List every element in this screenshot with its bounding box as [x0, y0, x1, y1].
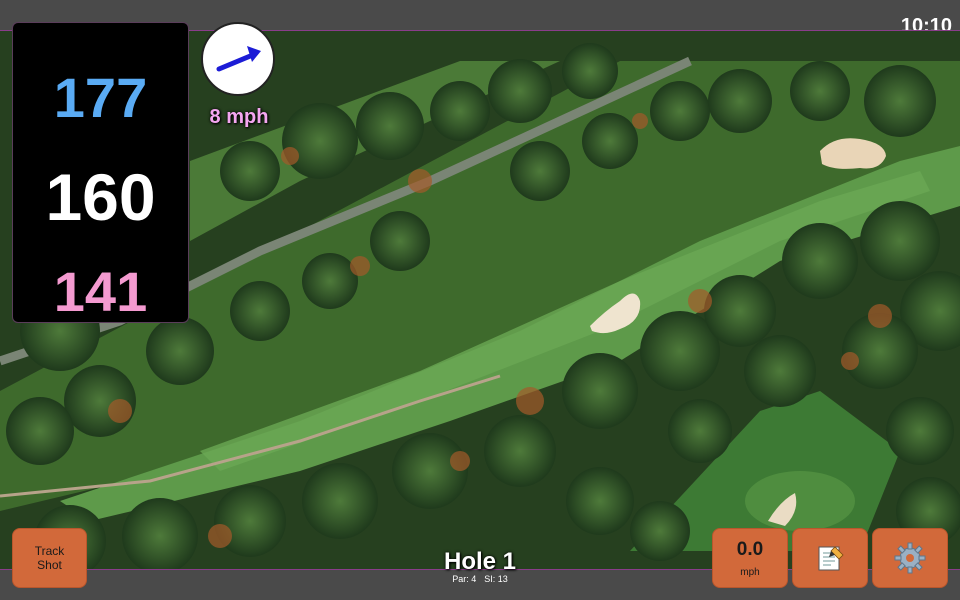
- wind-arrow-icon: [201, 22, 275, 96]
- hole-stroke-index: SI: 13: [484, 574, 508, 584]
- gear-icon: [894, 542, 926, 574]
- speed-value: 0.0: [736, 538, 764, 560]
- notes-button[interactable]: [792, 528, 868, 588]
- middle-yardage: 160: [45, 160, 156, 234]
- yardage-panel: 177 160 141: [12, 22, 189, 323]
- settings-button[interactable]: [872, 528, 948, 588]
- notepad-icon: [818, 546, 844, 571]
- hole-title: Hole 1: [443, 548, 517, 575]
- hole-par: Par: 4: [452, 574, 477, 584]
- track-shot-label-2: Shot: [37, 558, 62, 572]
- back-yardage: 177: [53, 66, 148, 129]
- wind-speed: 8 mph: [209, 106, 269, 128]
- hole-details: Par: 4 SI: 13: [380, 574, 580, 584]
- track-shot-button[interactable]: Track Shot: [12, 528, 87, 588]
- speed-button[interactable]: 0.0 mph: [712, 528, 788, 588]
- speed-unit: mph: [740, 566, 760, 578]
- track-shot-label-1: Track: [34, 544, 65, 558]
- front-yardage: 141: [53, 260, 148, 323]
- hole-info: Hole 1 Par: 4 SI: 13: [380, 548, 580, 584]
